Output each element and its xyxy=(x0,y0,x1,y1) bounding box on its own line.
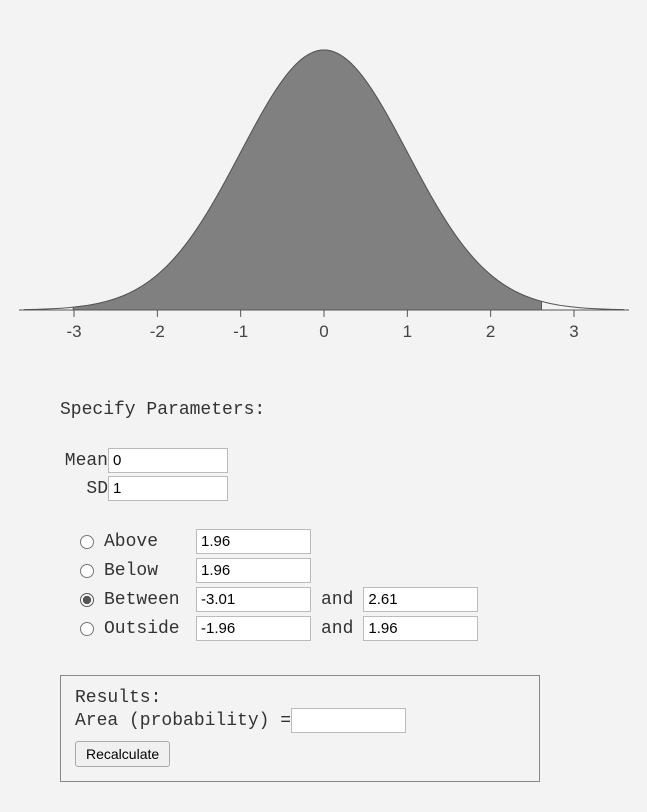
below-label: Below xyxy=(104,561,196,581)
recalculate-button[interactable]: Recalculate xyxy=(75,741,170,767)
area-label: Area (probability) = xyxy=(75,711,291,731)
above-value-input[interactable] xyxy=(196,529,311,554)
sd-input[interactable] xyxy=(108,476,228,501)
outside-low-input[interactable] xyxy=(196,616,311,641)
x-tick-label: -1 xyxy=(233,322,248,341)
results-heading: Results: xyxy=(75,688,525,708)
normal-distribution-chart: -3 -2 -1 0 1 2 3 xyxy=(14,10,634,350)
outside-and-label: and xyxy=(321,619,353,639)
outside-radio[interactable] xyxy=(80,622,94,636)
x-tick-label: -3 xyxy=(66,322,81,341)
below-value-input[interactable] xyxy=(196,558,311,583)
x-tick-label: 1 xyxy=(402,322,411,341)
above-label: Above xyxy=(104,532,196,552)
results-box: Results: Area (probability) = Recalculat… xyxy=(60,675,540,782)
x-tick-label: 2 xyxy=(485,322,494,341)
area-value-output[interactable] xyxy=(291,708,406,733)
mean-input[interactable] xyxy=(108,448,228,473)
outside-label: Outside xyxy=(104,619,196,639)
between-radio[interactable] xyxy=(80,593,94,607)
x-tick-label: 3 xyxy=(569,322,578,341)
between-label: Between xyxy=(104,590,196,610)
parameters-heading: Specify Parameters: xyxy=(60,400,587,420)
between-low-input[interactable] xyxy=(196,587,311,612)
chart-svg: -3 -2 -1 0 1 2 3 xyxy=(14,10,634,350)
between-high-input[interactable] xyxy=(363,587,478,612)
below-radio[interactable] xyxy=(80,564,94,578)
outside-high-input[interactable] xyxy=(363,616,478,641)
above-radio[interactable] xyxy=(80,535,94,549)
mean-label: Mean xyxy=(60,451,108,471)
x-tick-label: 0 xyxy=(319,322,328,341)
sd-label: SD xyxy=(60,479,108,499)
between-and-label: and xyxy=(321,590,353,610)
x-tick-label: -2 xyxy=(149,322,164,341)
